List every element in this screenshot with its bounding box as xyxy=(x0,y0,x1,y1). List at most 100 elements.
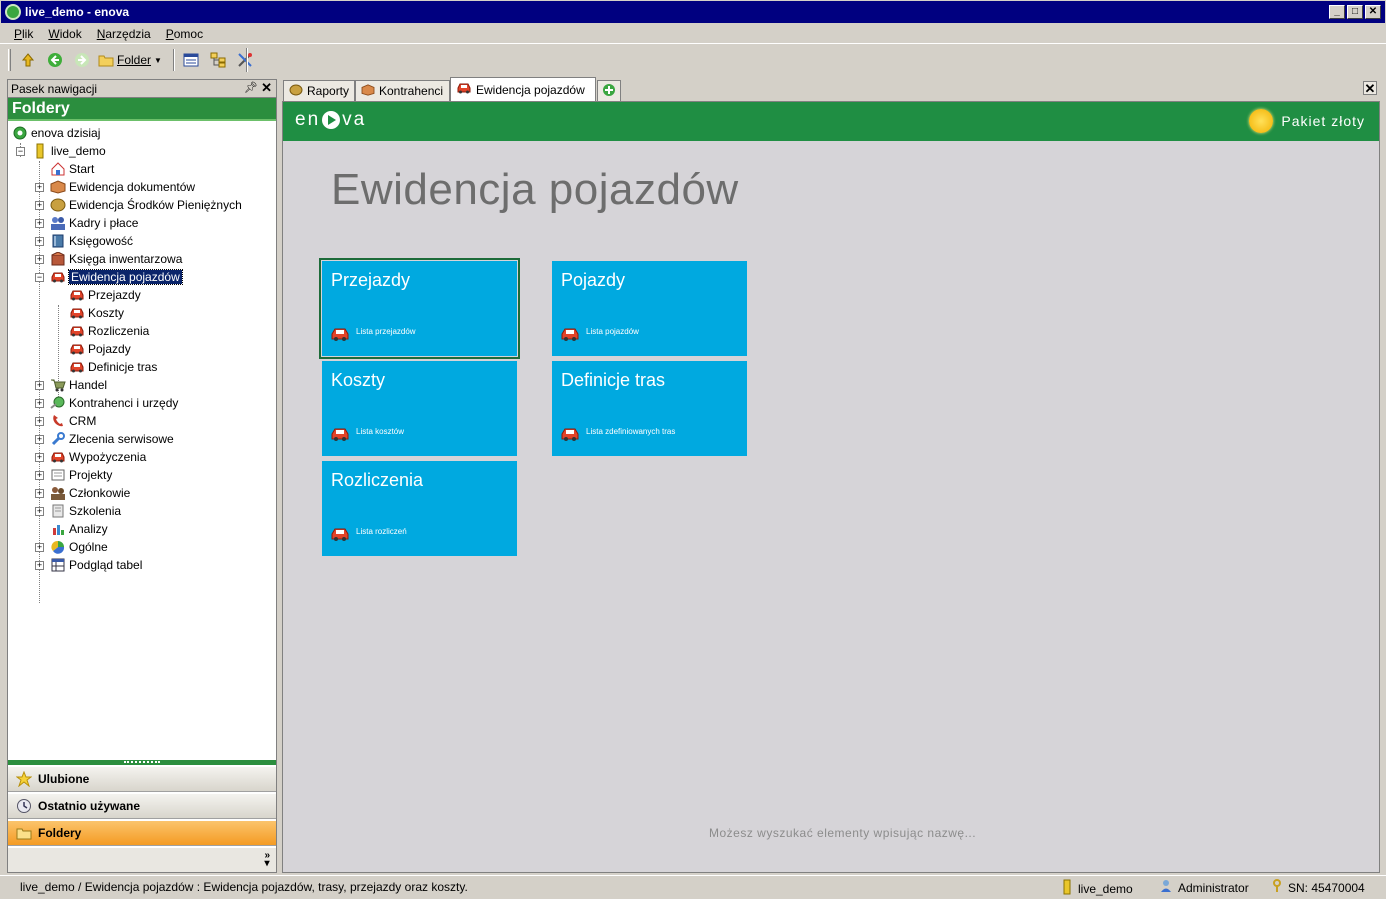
window-title-bar[interactable]: live_demo - enova _ □ ✕ xyxy=(0,0,1386,24)
maximize-button[interactable]: □ xyxy=(1347,5,1363,19)
collapse-toggle[interactable]: − xyxy=(16,146,25,156)
tile-przejazdy[interactable]: Przejazdy Lista przejazdów xyxy=(319,258,520,359)
tree-item-ksiega-inwentarzowa[interactable]: + Księga inwentarzowa xyxy=(8,250,276,268)
tree-item-projekty[interactable]: + Projekty xyxy=(8,466,276,484)
up-arrow-icon xyxy=(21,53,35,67)
search-hint: Możesz wyszukać elementy wpisując nazwę.… xyxy=(709,826,977,840)
tree-item-definicje-tras[interactable]: Definicje tras xyxy=(8,358,276,376)
tools-button[interactable] xyxy=(234,49,256,71)
window-title: live_demo - enova xyxy=(25,5,130,19)
document-icon xyxy=(50,503,66,519)
expand-toggle[interactable]: + xyxy=(35,488,44,498)
tree-item-zlecenia-serwisowe[interactable]: + Zlecenia serwisowe xyxy=(8,430,276,448)
tile-pojazdy[interactable]: Pojazdy Lista pojazdów xyxy=(552,261,747,356)
tree-item-label: enova dzisiaj xyxy=(31,126,101,140)
expand-toggle[interactable]: + xyxy=(35,236,44,246)
car-icon xyxy=(560,426,580,445)
tree-item-start[interactable]: Start xyxy=(8,160,276,178)
tab-ewidencja-pojazdow[interactable]: Ewidencja pojazdów xyxy=(450,77,596,101)
toolbar-grip[interactable] xyxy=(8,49,11,71)
expand-toggle[interactable]: + xyxy=(35,218,44,228)
page-title: Ewidencja pojazdów xyxy=(331,165,739,214)
close-tab-button[interactable]: ✕ xyxy=(1363,81,1377,95)
pin-icon[interactable]: 📌︎ xyxy=(244,81,258,94)
tree-item-ogolne[interactable]: + Ogólne xyxy=(8,538,276,556)
menu-plik[interactable]: Plik xyxy=(14,27,33,41)
collapse-toggle[interactable]: − xyxy=(35,272,44,282)
tab-label: Kontrahenci xyxy=(379,84,444,98)
back-button[interactable] xyxy=(44,49,66,71)
expand-toggle[interactable]: + xyxy=(35,470,44,480)
expand-toggle[interactable]: + xyxy=(35,182,44,192)
folder-dropdown[interactable]: Folder ▼ xyxy=(98,53,162,67)
tree-item-enova-dzisiaj[interactable]: enova dzisiaj xyxy=(8,124,276,142)
tree-item-ewidencja-dokumentow[interactable]: + Ewidencja dokumentów xyxy=(8,178,276,196)
tree-item-label: Pojazdy xyxy=(88,342,131,356)
view-button[interactable] xyxy=(180,49,202,71)
tree-item-wypozyczenia[interactable]: + Wypożyczenia xyxy=(8,448,276,466)
nav-button-ostatnio-uzywane[interactable]: Ostatnio używane xyxy=(8,793,276,819)
package-badge[interactable]: Pakiet złoty xyxy=(1249,109,1365,133)
tab-raporty[interactable]: Raporty xyxy=(283,80,355,101)
menu-narzedzia[interactable]: Narzędzia xyxy=(97,27,151,41)
expand-toggle[interactable]: + xyxy=(35,560,44,570)
nav-button-foldery[interactable]: Foldery xyxy=(8,820,276,846)
home-icon xyxy=(50,161,66,177)
expand-toggle[interactable]: + xyxy=(35,416,44,426)
tree-item-szkolenia[interactable]: + Szkolenia xyxy=(8,502,276,520)
tile-title: Definicje tras xyxy=(561,370,666,390)
tree-item-crm[interactable]: + CRM xyxy=(8,412,276,430)
tree-item-podglad-tabel[interactable]: + Podgląd tabel xyxy=(8,556,276,574)
close-navigation-button[interactable]: ✕ xyxy=(261,80,272,96)
navigation-splitter[interactable] xyxy=(8,760,276,765)
menu-widok[interactable]: Widok xyxy=(48,27,81,41)
tree-item-przejazdy[interactable]: Przejazdy xyxy=(8,286,276,304)
tile-koszty[interactable]: Koszty Lista kosztów xyxy=(322,361,517,456)
tree-item-kontrahenci[interactable]: + Kontrahenci i urzędy xyxy=(8,394,276,412)
new-tab-button[interactable] xyxy=(597,80,621,101)
chevron-double-down-icon[interactable]: » ▾ xyxy=(264,851,270,869)
coins-icon xyxy=(289,84,303,99)
tree-item-handel[interactable]: + Handel xyxy=(8,376,276,394)
tree-item-label: Projekty xyxy=(69,468,113,482)
tree-item-label: live_demo xyxy=(51,144,106,158)
expand-toggle[interactable]: + xyxy=(35,434,44,444)
tree-item-kadry-i-place[interactable]: + Kadry i płace xyxy=(8,214,276,232)
menu-pomoc[interactable]: Pomoc xyxy=(166,27,203,41)
folder-icon xyxy=(16,825,32,841)
expand-toggle[interactable]: + xyxy=(35,200,44,210)
tree-item-analizy[interactable]: Analizy xyxy=(8,520,276,538)
tree-item-rozliczenia[interactable]: Rozliczenia xyxy=(8,322,276,340)
forward-button[interactable] xyxy=(71,49,93,71)
tree-item-live-demo[interactable]: − live_demo xyxy=(8,142,276,160)
tree-item-pojazdy[interactable]: Pojazdy xyxy=(8,340,276,358)
content-area: en va Pakiet złoty Ewidencja pojazdów Prz… xyxy=(282,101,1380,873)
up-folder-button[interactable] xyxy=(17,49,39,71)
tree-view-button[interactable] xyxy=(207,49,229,71)
tree-item-label: Handel xyxy=(69,378,108,392)
tree-item-label: Księga inwentarzowa xyxy=(69,252,183,266)
tab-kontrahenci[interactable]: Kontrahenci xyxy=(355,80,450,101)
expand-toggle[interactable]: + xyxy=(35,380,44,390)
play-icon xyxy=(322,111,341,129)
tree-item-ewidencja-srodkow[interactable]: + Ewidencja Środków Pieniężnych xyxy=(8,196,276,214)
tile-rozliczenia[interactable]: Rozliczenia Lista rozliczeń xyxy=(322,461,517,556)
tree-item-czlonkowie[interactable]: + Członkowie xyxy=(8,484,276,502)
tree-item-label: Ewidencja dokumentów xyxy=(69,180,196,194)
expand-toggle[interactable]: + xyxy=(35,452,44,462)
close-window-button[interactable]: ✕ xyxy=(1365,5,1381,19)
tree-item-ksiegowosc[interactable]: + Księgowość xyxy=(8,232,276,250)
tree-item-ewidencja-pojazdow[interactable]: − Ewidencja pojazdów xyxy=(8,268,276,286)
car-icon xyxy=(69,359,85,375)
car-icon xyxy=(69,323,85,339)
tree-item-koszty[interactable]: Koszty xyxy=(8,304,276,322)
expand-toggle[interactable]: + xyxy=(35,254,44,264)
expand-toggle[interactable]: + xyxy=(35,398,44,408)
minimize-button[interactable]: _ xyxy=(1329,5,1345,19)
pie-icon xyxy=(50,539,66,555)
nav-button-ulubione[interactable]: Ulubione xyxy=(8,766,276,792)
back-arrow-icon xyxy=(48,53,62,67)
expand-toggle[interactable]: + xyxy=(35,542,44,552)
expand-toggle[interactable]: + xyxy=(35,506,44,516)
tile-definicje-tras[interactable]: Definicje tras Lista zdefiniowanych tras xyxy=(552,361,747,456)
